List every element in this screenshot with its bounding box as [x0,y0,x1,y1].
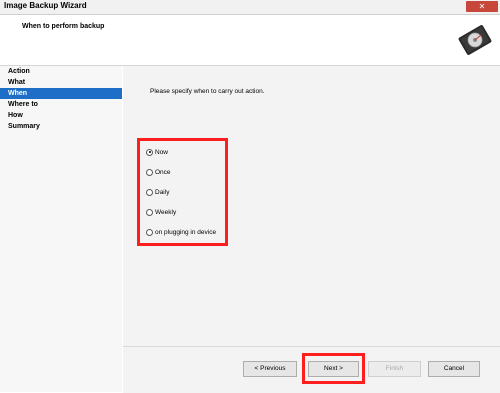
window-title: Image Backup Wizard [4,1,87,10]
instruction-text: Please specify when to carry out action. [150,88,265,95]
radio-button-icon[interactable] [146,188,153,196]
sidebar-item-when[interactable]: When [0,88,122,99]
step-title: When to perform backup [22,23,105,30]
radio-now[interactable]: Now [146,147,168,157]
schedule-options-group: Now Once Daily Weekly on plugging in dev… [137,138,228,246]
wizard-steps-sidebar: Action What When Where to How Summary [0,66,122,392]
sidebar-item-how[interactable]: How [0,110,122,121]
radio-button-icon[interactable] [146,148,153,156]
hard-disk-icon [458,25,492,55]
sidebar-item-action[interactable]: Action [0,66,122,77]
radio-label: Weekly [155,208,177,216]
radio-button-icon[interactable] [146,168,153,176]
wizard-content: Please specify when to carry out action.… [123,66,500,346]
wizard-header: When to perform backup [0,15,500,66]
radio-button-icon[interactable] [146,228,153,236]
radio-label: Daily [155,188,170,196]
radio-button-icon[interactable] [146,208,153,216]
sidebar-item-summary[interactable]: Summary [0,121,122,132]
finish-button: Finish [368,361,421,377]
radio-label: Once [155,168,171,176]
radio-on-plugging-in-device[interactable]: on plugging in device [146,227,216,237]
close-icon: ✕ [478,2,486,11]
sidebar-item-what[interactable]: What [0,77,122,88]
next-button[interactable]: Next > [308,361,359,377]
radio-label: Now [155,148,169,156]
radio-label: on plugging in device [155,228,217,236]
sidebar-item-where-to[interactable]: Where to [0,99,122,110]
wizard-footer: < Previous Next > Finish Cancel [123,346,500,393]
previous-button[interactable]: < Previous [243,361,297,377]
radio-daily[interactable]: Daily [146,187,169,197]
cancel-button[interactable]: Cancel [428,361,480,377]
title-bar: Image Backup Wizard ✕ [0,0,500,15]
radio-once[interactable]: Once [146,167,171,177]
radio-weekly[interactable]: Weekly [146,207,176,217]
close-button[interactable]: ✕ [466,1,498,12]
